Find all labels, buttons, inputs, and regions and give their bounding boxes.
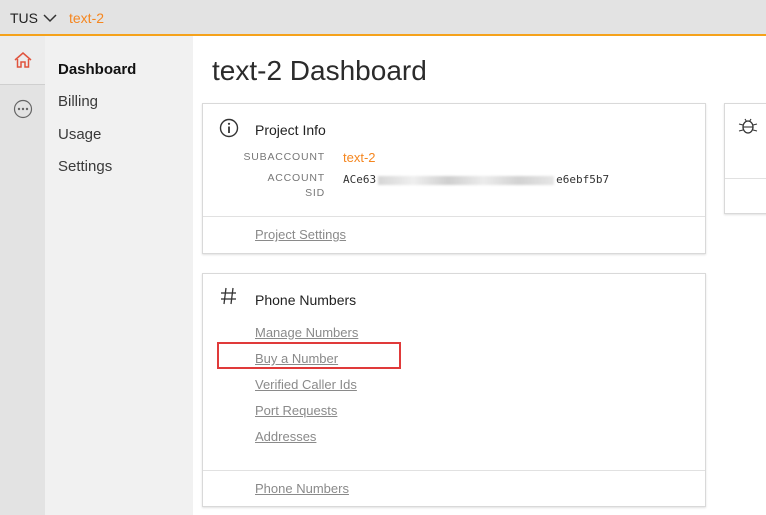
account-name: TUS xyxy=(10,10,38,26)
home-icon[interactable] xyxy=(0,36,45,85)
side-card-footer xyxy=(725,178,766,213)
phone-numbers-footer-link[interactable]: Phone Numbers xyxy=(255,481,349,496)
subnav-item-usage[interactable]: Usage xyxy=(58,126,101,143)
addresses-link[interactable]: Addresses xyxy=(255,429,316,444)
subnav-item-dashboard[interactable]: Dashboard xyxy=(58,61,136,78)
side-card xyxy=(724,103,766,214)
account-sid-label-line1: ACCOUNT xyxy=(267,172,325,184)
hash-icon xyxy=(220,286,238,311)
bug-icon xyxy=(737,116,759,141)
info-icon xyxy=(219,118,239,143)
account-sid-value: ACe63 e6ebf5b7 xyxy=(343,173,609,186)
account-switcher[interactable]: TUS xyxy=(10,0,57,36)
project-info-footer: Project Settings xyxy=(203,216,705,253)
highlight-box xyxy=(217,342,401,369)
account-sid-label-line2: SID xyxy=(305,187,325,199)
top-bar: TUS text-2 xyxy=(0,0,766,36)
port-requests-link[interactable]: Port Requests xyxy=(255,403,337,418)
redacted-sid xyxy=(378,175,555,185)
project-settings-link[interactable]: Project Settings xyxy=(255,227,346,242)
phone-numbers-title: Phone Numbers xyxy=(255,292,357,308)
subaccount-value: text-2 xyxy=(343,150,376,165)
icon-rail xyxy=(0,36,45,515)
subaccount-label: SUBACCOUNT xyxy=(243,151,325,163)
verified-caller-ids-link[interactable]: Verified Caller Ids xyxy=(255,377,357,392)
subnav-item-settings[interactable]: Settings xyxy=(58,158,112,175)
account-sid-suffix: e6ebf5b7 xyxy=(556,173,610,186)
account-sid-prefix: ACe63 xyxy=(343,173,377,186)
chevron-down-icon xyxy=(43,10,57,26)
page-title: text-2 Dashboard xyxy=(212,55,427,86)
secondary-nav: Dashboard Billing Usage Settings xyxy=(45,36,193,515)
phone-numbers-card: Phone Numbers Manage Numbers Buy a Numbe… xyxy=(202,273,706,507)
more-icon[interactable] xyxy=(0,85,45,133)
subnav-item-billing[interactable]: Billing xyxy=(58,93,98,110)
project-info-card: Project Info SUBACCOUNT text-2 ACCOUNT S… xyxy=(202,103,706,254)
phone-numbers-footer: Phone Numbers xyxy=(203,470,705,506)
manage-numbers-link[interactable]: Manage Numbers xyxy=(255,325,358,340)
project-name[interactable]: text-2 xyxy=(69,0,104,36)
project-info-title: Project Info xyxy=(255,122,326,138)
